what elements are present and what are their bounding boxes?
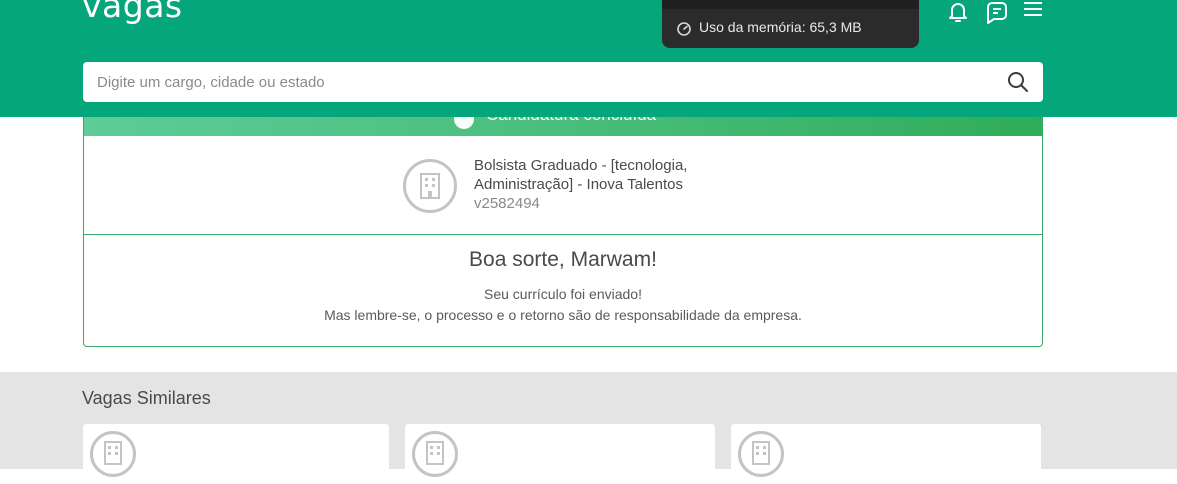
responsibility-note: Mas lembre-se, o processo e o retorno sã…	[324, 307, 802, 323]
similar-job-card[interactable]	[405, 424, 715, 484]
chat-icon[interactable]	[985, 0, 1009, 24]
similar-job-card[interactable]	[83, 424, 389, 484]
building-icon	[752, 441, 770, 465]
good-luck-heading: Boa sorte, Marwam!	[469, 248, 657, 271]
check-circle-icon	[454, 117, 474, 129]
application-card: Bolsista Graduado - [tecnologia, Adminis…	[83, 136, 1043, 347]
tooltip-top-band	[662, 0, 919, 9]
bell-icon[interactable]	[946, 0, 970, 24]
similar-jobs-title: Vagas Similares	[82, 388, 211, 408]
application-complete-banner: Candidatura concluída	[83, 117, 1043, 136]
vagas-logo[interactable]: vagas	[82, 0, 183, 25]
company-logo	[738, 431, 784, 477]
memory-usage-tooltip: Uso da memória: 65,3 MB	[662, 0, 919, 48]
job-code: v2582494	[474, 195, 540, 212]
building-icon	[420, 173, 440, 199]
building-icon	[104, 441, 122, 465]
memory-usage-text: Uso da memória: 65,3 MB	[699, 19, 862, 35]
top-header: vagas Uso da memória: 65,3 MB	[0, 0, 1177, 117]
job-title[interactable]: Bolsista Graduado - [tecnologia, Adminis…	[474, 156, 754, 194]
similar-jobs-section: Vagas Similares	[0, 372, 1177, 484]
building-icon	[426, 441, 444, 465]
card-divider	[84, 234, 1042, 235]
menu-icon[interactable]	[1022, 0, 1046, 24]
search-icon[interactable]	[1007, 71, 1029, 93]
company-logo	[403, 159, 457, 213]
search-bar	[83, 62, 1043, 102]
company-logo	[412, 431, 458, 477]
banner-text: Candidatura concluída	[486, 117, 656, 125]
resume-sent-text: Seu currículo foi enviado!	[484, 286, 642, 302]
similar-job-card[interactable]	[731, 424, 1041, 484]
search-input[interactable]	[83, 62, 983, 102]
gauge-icon	[677, 22, 691, 36]
company-logo	[90, 431, 136, 477]
